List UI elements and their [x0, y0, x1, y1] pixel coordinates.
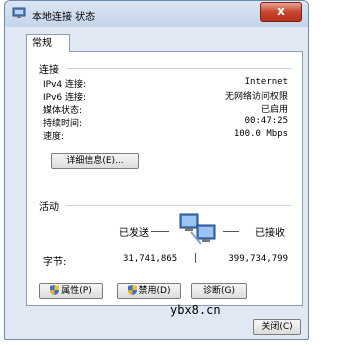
shield-icon: [50, 285, 60, 295]
ipv6-value: 无网络访问权限: [224, 92, 288, 102]
disable-button[interactable]: 禁用(D): [117, 283, 181, 299]
properties-label: 属性(P): [61, 286, 92, 296]
ipv4-value: Internet: [244, 77, 288, 87]
connection-group-label: 连接: [39, 65, 59, 76]
bytes-received-value: 399,734,799: [228, 254, 288, 264]
media-state-value: 已启用: [260, 105, 288, 115]
speed-value: 100.0 Mbps: [233, 129, 288, 139]
connection-divider: [67, 68, 292, 69]
details-button[interactable]: 详细信息(E)...: [51, 153, 139, 169]
watermark-site: ybx8.cn: [170, 303, 221, 317]
status-window: 本地连接 状态 x 常规 连接 IPv4 连接: Internet IPv6 连…: [4, 0, 309, 340]
ipv4-label: IPv4 连接:: [43, 80, 87, 90]
media-state-label: 媒体状态:: [43, 106, 83, 116]
network-connection-icon: [12, 7, 26, 18]
shield-icon: [127, 285, 137, 295]
watermark-stamp: [228, 300, 298, 318]
duration-value: 00:47:25: [244, 116, 288, 126]
sent-label: 已发送: [119, 228, 149, 239]
disable-label: 禁用(D): [138, 286, 171, 296]
activity-group-label: 活动: [39, 202, 59, 213]
activity-divider-vertical: [195, 253, 196, 263]
received-label: 已接收: [255, 228, 285, 239]
bytes-sent-value: 31,741,865: [123, 254, 178, 264]
ipv6-label: IPv6 连接:: [43, 93, 87, 103]
duration-label: 持续时间:: [43, 119, 83, 129]
bytes-label: 字节:: [43, 257, 67, 268]
activity-divider: [67, 205, 292, 206]
close-button[interactable]: 关闭(C): [253, 319, 301, 335]
window-title: 本地连接 状态: [32, 12, 96, 23]
tab-general[interactable]: 常规: [26, 34, 70, 52]
window-close-button[interactable]: x: [260, 2, 302, 22]
speed-label: 速度:: [43, 132, 65, 142]
title-bar[interactable]: 本地连接 状态 x: [5, 1, 308, 27]
received-line: [223, 231, 239, 232]
diagnose-button[interactable]: 诊断(G): [191, 283, 247, 299]
properties-button[interactable]: 属性(P): [39, 283, 103, 299]
network-computers-icon: [179, 213, 216, 245]
general-panel: 连接 IPv4 连接: Internet IPv6 连接: 无网络访问权限 媒体…: [26, 51, 303, 306]
sent-line: [151, 231, 169, 232]
